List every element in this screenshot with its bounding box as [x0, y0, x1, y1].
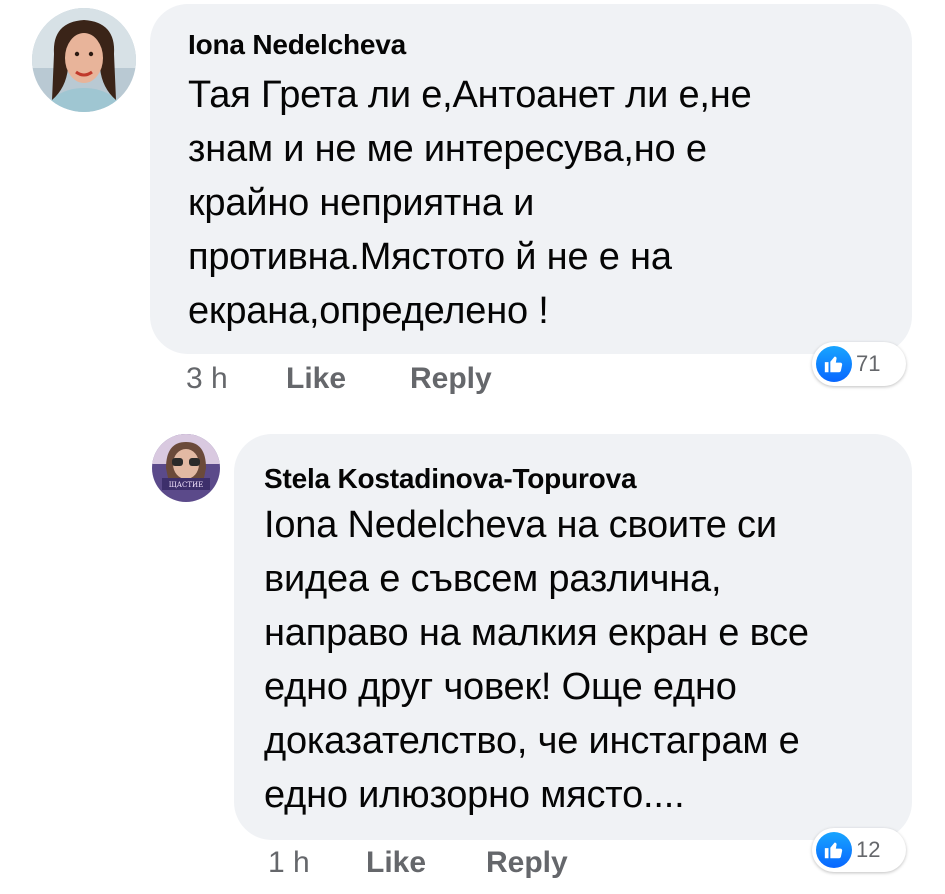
comment-line: противна.Мястото й не е на	[188, 236, 672, 278]
comment-line: знам и не ме интересува,но е	[188, 128, 707, 170]
comment-line: едно друг човек! Още едно	[264, 666, 737, 708]
comment-text: Тая Грета ли е,Антоанет ли е,не знам и н…	[188, 68, 882, 338]
comment-author[interactable]: Iona Nedelcheva	[188, 28, 882, 62]
avatar-iona[interactable]	[32, 8, 136, 112]
reply-button[interactable]: Reply	[410, 362, 492, 396]
comment-line: доказателство, че инстаграм е	[264, 720, 800, 762]
like-button[interactable]: Like	[366, 846, 486, 880]
comment-timestamp[interactable]: 3 h	[186, 362, 286, 396]
comment-bubble-1: Iona Nedelcheva Тая Грета ли е,Антоанет …	[150, 4, 912, 354]
comment-line: видеа е съвсем различна,	[264, 558, 722, 600]
comment-author[interactable]: Stela Kostadinova-Topurova	[264, 462, 888, 496]
profile-photo-icon	[32, 8, 136, 112]
comment-line: Iona Nedelcheva на своите си	[264, 504, 777, 546]
thumbs-up-icon	[816, 832, 852, 868]
reaction-summary[interactable]: 71	[812, 342, 906, 386]
profile-photo-icon: ЩАСТИЕ	[152, 434, 220, 502]
comment-bubble-2: Stela Kostadinova-Topurova Iona Nedelche…	[234, 434, 912, 840]
like-button[interactable]: Like	[286, 362, 410, 396]
comment-actions: 1 h Like Reply	[268, 846, 568, 880]
comment-line: екрана,определено !	[188, 290, 549, 332]
comment-line: крайно неприятна и	[188, 182, 535, 224]
reply-button[interactable]: Reply	[486, 846, 568, 880]
comment-line: Тая Грета ли е,Антоанет ли е,не	[188, 74, 752, 116]
comment-text: Iona Nedelcheva на своите си видеа е съв…	[264, 498, 888, 822]
reaction-summary[interactable]: 12	[812, 828, 906, 872]
reaction-count: 12	[856, 837, 881, 862]
thumbs-up-icon	[816, 346, 852, 382]
comment-line: едно илюзорно място....	[264, 774, 685, 816]
comment-actions: 3 h Like Reply	[186, 362, 492, 396]
comment-line: направо на малкия екран е все	[264, 612, 809, 654]
avatar-stela[interactable]: ЩАСТИЕ	[152, 434, 220, 502]
svg-text:ЩАСТИЕ: ЩАСТИЕ	[169, 481, 204, 489]
comment-timestamp[interactable]: 1 h	[268, 846, 366, 880]
reaction-count: 71	[856, 351, 881, 376]
